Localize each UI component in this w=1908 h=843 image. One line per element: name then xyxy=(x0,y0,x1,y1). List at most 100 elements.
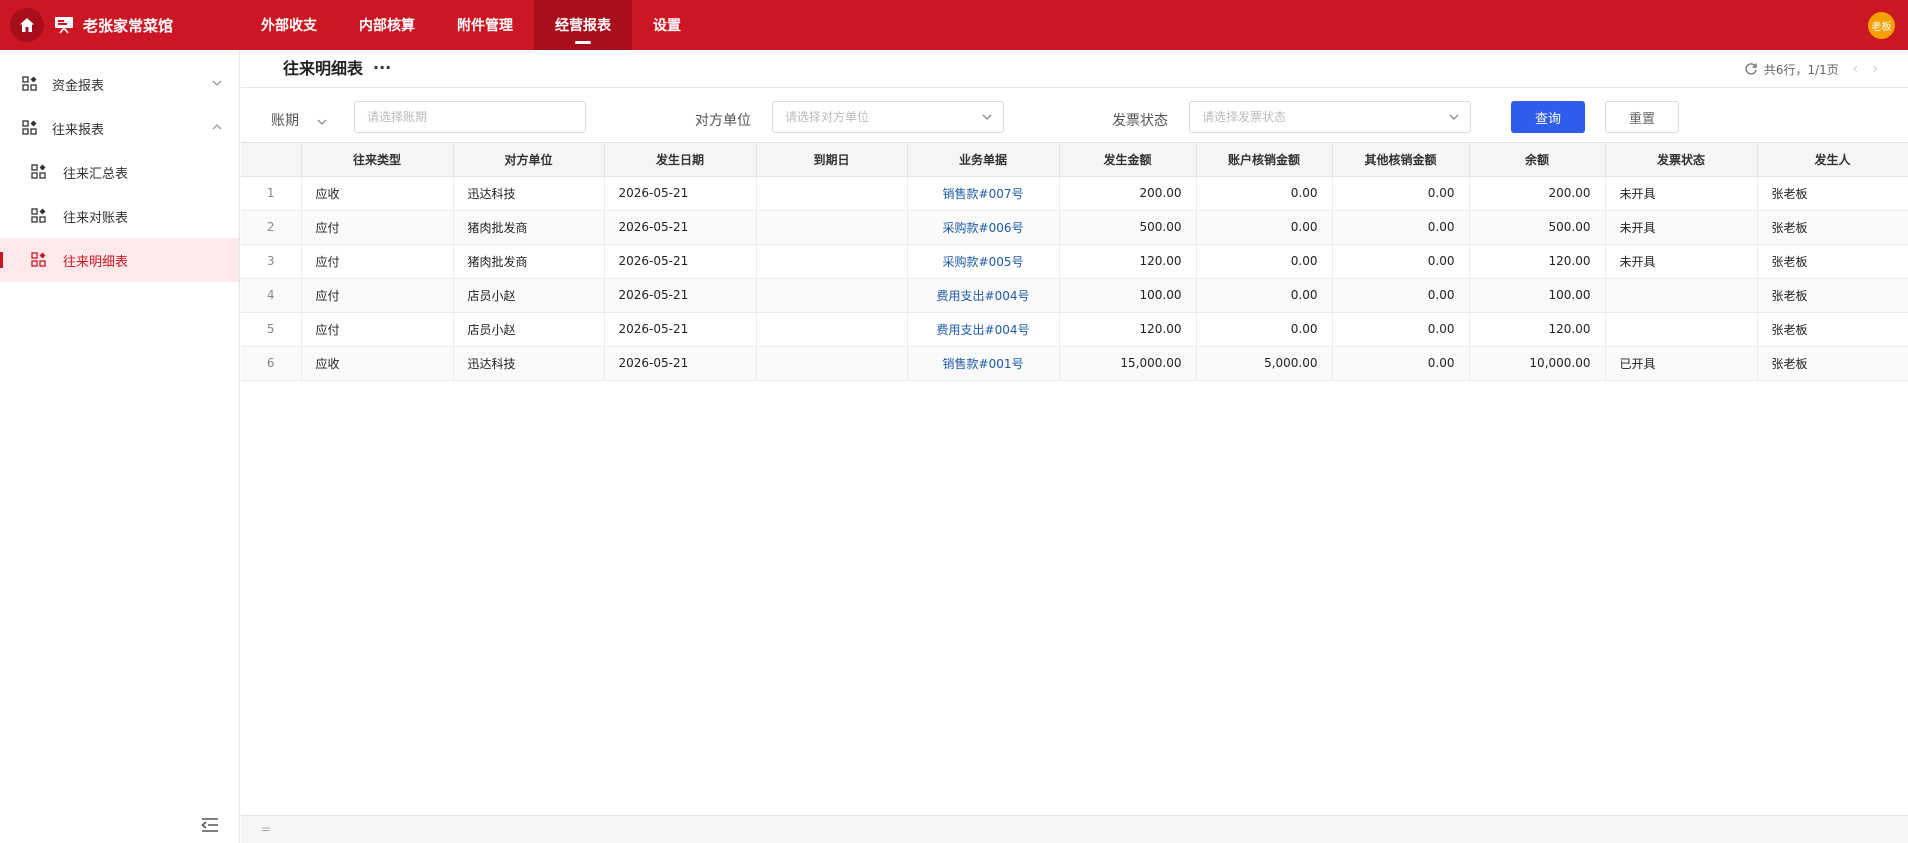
cell-document-link[interactable]: 费用支出#004号 xyxy=(907,278,1060,313)
title-row: 往来明细表 ··· 共6行，1/1页 ‹ › xyxy=(241,50,1908,88)
column-header[interactable]: 业务单据 xyxy=(907,143,1060,177)
main-nav: 外部收支 内部核算 附件管理 经营报表 设置 xyxy=(240,0,702,50)
period-placeholder: 请选择账期 xyxy=(367,110,428,124)
main-content: 往来明细表 ··· 共6行，1/1页 ‹ › 账期 请选择账期 对方单位 请选择… xyxy=(241,50,1908,843)
chevron-down-icon xyxy=(982,114,992,120)
nav-internal-accounting[interactable]: 内部核算 xyxy=(338,0,436,50)
nav-business-reports[interactable]: 经营报表 xyxy=(534,0,632,50)
row-index: 1 xyxy=(241,176,302,211)
cell-invoice-status: 已开具 xyxy=(1605,346,1758,381)
cell-person: 张老板 xyxy=(1757,244,1908,279)
table-header-row: 往来类型 对方单位 发生日期 到期日 业务单据 发生金额 账户核销金额 其他核销… xyxy=(241,143,1908,177)
cell-due xyxy=(756,278,908,313)
row-index: 4 xyxy=(241,278,302,313)
page-title: 往来明细表 xyxy=(283,59,364,78)
prev-page-icon[interactable]: ‹ xyxy=(1853,61,1859,77)
table-row[interactable]: 3 应付 猪肉批发商 2026-05-21 采购款#005号 120.00 0.… xyxy=(241,244,1908,279)
more-options-button[interactable]: ··· xyxy=(373,50,391,86)
sidebar-group-receivable-payable-reports[interactable]: 往来报表 xyxy=(0,106,239,150)
nav-external-income-expense[interactable]: 外部收支 xyxy=(240,0,338,50)
cell-invoice-status: 未开具 xyxy=(1605,176,1758,211)
row-index: 6 xyxy=(241,346,302,381)
refresh-icon[interactable] xyxy=(1744,62,1758,76)
sidebar-item-reconciliation[interactable]: 往来对账表 xyxy=(0,194,239,238)
cell-document-link[interactable]: 采购款#006号 xyxy=(907,210,1060,245)
chevron-down-icon[interactable] xyxy=(316,116,328,128)
collapse-menu-icon[interactable] xyxy=(200,817,220,833)
cell-balance: 200.00 xyxy=(1469,176,1606,211)
table-row[interactable]: 1 应收 迅达科技 2026-05-21 销售款#007号 200.00 0.0… xyxy=(241,176,1908,211)
column-header[interactable]: 到期日 xyxy=(756,143,908,177)
column-header[interactable]: 余额 xyxy=(1469,143,1606,177)
cell-account-writeoff: 0.00 xyxy=(1196,210,1333,245)
sidebar-item-detail[interactable]: 往来明细表 xyxy=(0,238,239,282)
column-header[interactable]: 对方单位 xyxy=(453,143,605,177)
cell-other-writeoff: 0.00 xyxy=(1332,176,1470,211)
sidebar-group-label: 往来报表 xyxy=(52,122,105,138)
report-grid-icon xyxy=(31,252,46,267)
cell-document-link[interactable]: 费用支出#004号 xyxy=(907,312,1060,347)
cell-document-link[interactable]: 销售款#007号 xyxy=(907,176,1060,211)
party-placeholder: 请选择对方单位 xyxy=(785,110,870,124)
cell-type: 应付 xyxy=(301,278,454,313)
sidebar-item-label: 往来汇总表 xyxy=(63,166,129,182)
column-header[interactable]: 发生日期 xyxy=(604,143,757,177)
cell-type: 应收 xyxy=(301,346,454,381)
cell-type: 应收 xyxy=(301,176,454,211)
sidebar-group-fund-reports[interactable]: 资金报表 xyxy=(0,62,239,106)
pager-text: 共6行，1/1页 xyxy=(1763,62,1839,77)
cell-due xyxy=(756,176,908,211)
cell-balance: 500.00 xyxy=(1469,210,1606,245)
period-input[interactable]: 请选择账期 xyxy=(354,101,586,133)
cell-account-writeoff: 0.00 xyxy=(1196,278,1333,313)
cell-amount: 200.00 xyxy=(1059,176,1197,211)
table-row[interactable]: 6 应收 迅达科技 2026-05-21 销售款#001号 15,000.00 … xyxy=(241,346,1908,381)
table-row[interactable]: 5 应付 店员小赵 2026-05-21 费用支出#004号 120.00 0.… xyxy=(241,312,1908,347)
cell-document-link[interactable]: 销售款#001号 xyxy=(907,346,1060,381)
chevron-up-icon xyxy=(212,124,222,130)
chevron-down-icon xyxy=(1449,114,1459,120)
table-row[interactable]: 4 应付 店员小赵 2026-05-21 费用支出#004号 100.00 0.… xyxy=(241,278,1908,313)
detail-table: 往来类型 对方单位 发生日期 到期日 业务单据 发生金额 账户核销金额 其他核销… xyxy=(241,142,1908,843)
cell-invoice-status: 未开具 xyxy=(1605,244,1758,279)
invoice-status-select[interactable]: 请选择发票状态 xyxy=(1189,101,1471,133)
cell-party: 迅达科技 xyxy=(453,346,605,381)
user-avatar[interactable]: 老板 xyxy=(1868,12,1895,39)
cell-amount: 100.00 xyxy=(1059,278,1197,313)
column-header[interactable]: 其他核销金额 xyxy=(1332,143,1470,177)
nav-settings[interactable]: 设置 xyxy=(632,0,702,50)
column-header[interactable]: 往来类型 xyxy=(301,143,454,177)
cell-date: 2026-05-21 xyxy=(604,346,757,381)
column-header[interactable]: 发生人 xyxy=(1757,143,1908,177)
cell-date: 2026-05-21 xyxy=(604,312,757,347)
column-header[interactable]: 发票状态 xyxy=(1605,143,1758,177)
invoice-status-placeholder: 请选择发票状态 xyxy=(1202,110,1287,124)
sidebar-item-label: 往来对账表 xyxy=(63,210,129,226)
cell-party: 迅达科技 xyxy=(453,176,605,211)
reset-button[interactable]: 重置 xyxy=(1605,101,1679,133)
column-header[interactable]: 账户核销金额 xyxy=(1196,143,1333,177)
cell-account-writeoff: 0.00 xyxy=(1196,312,1333,347)
cell-balance: 100.00 xyxy=(1469,278,1606,313)
cell-other-writeoff: 0.00 xyxy=(1332,210,1470,245)
cell-person: 张老板 xyxy=(1757,312,1908,347)
sidebar-item-label: 往来明细表 xyxy=(63,254,129,270)
table-row[interactable]: 2 应付 猪肉批发商 2026-05-21 采购款#006号 500.00 0.… xyxy=(241,210,1908,245)
home-button[interactable] xyxy=(10,8,44,42)
cell-person: 张老板 xyxy=(1757,278,1908,313)
cell-document-link[interactable]: 采购款#005号 xyxy=(907,244,1060,279)
cell-type: 应付 xyxy=(301,244,454,279)
nav-attachment-management[interactable]: 附件管理 xyxy=(436,0,534,50)
sidebar-group-label: 资金报表 xyxy=(52,78,105,94)
column-header[interactable]: 发生金额 xyxy=(1059,143,1197,177)
report-grid-icon xyxy=(22,120,37,135)
cell-party: 店员小赵 xyxy=(453,278,605,313)
sidebar-item-summary[interactable]: 往来汇总表 xyxy=(0,150,239,194)
sidebar: 资金报表 往来报表 往来汇总表 往来对账表 往来明细表 xyxy=(0,50,240,843)
party-select[interactable]: 请选择对方单位 xyxy=(772,101,1004,133)
cell-amount: 120.00 xyxy=(1059,244,1197,279)
report-grid-icon xyxy=(22,76,37,91)
query-button[interactable]: 查询 xyxy=(1511,101,1585,133)
next-page-icon[interactable]: › xyxy=(1872,61,1878,77)
cell-type: 应付 xyxy=(301,210,454,245)
